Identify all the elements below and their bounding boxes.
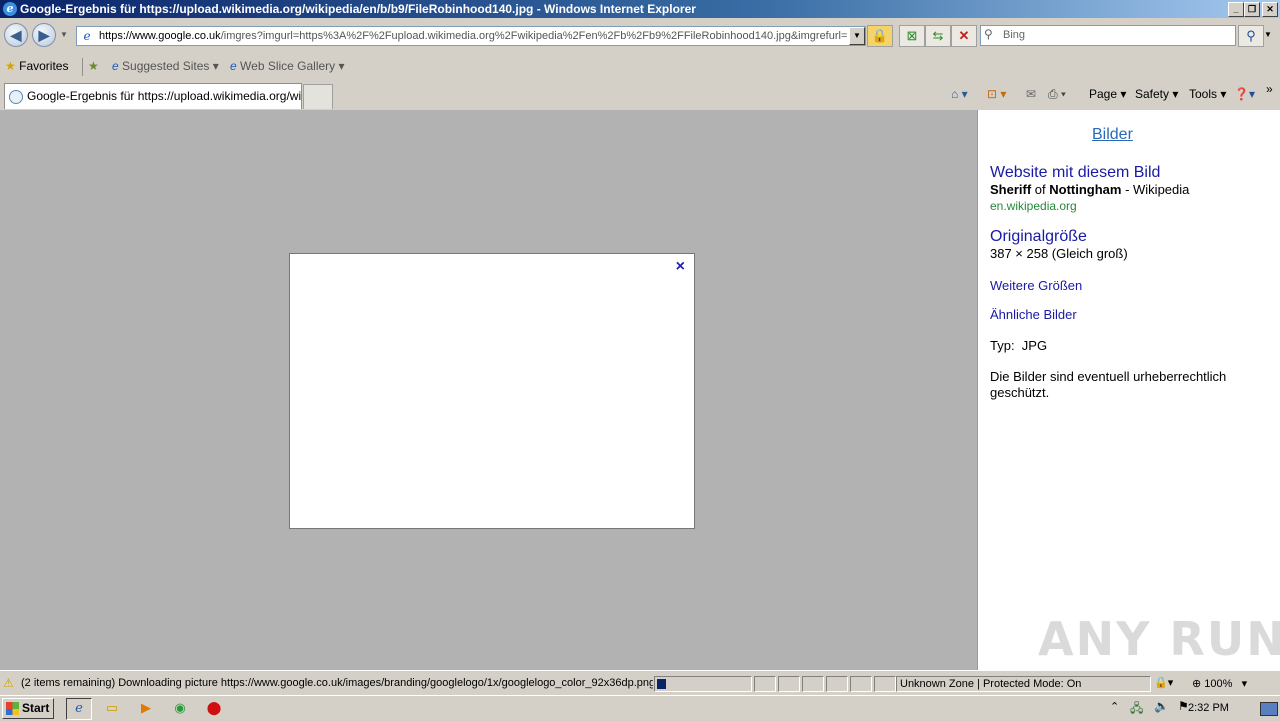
network-icon[interactable]: 🖧: [1130, 699, 1143, 720]
search-provider-icon: ⚲: [984, 27, 993, 41]
compatibility-view-icon[interactable]: ⊠: [899, 25, 925, 47]
tab-active[interactable]: Google-Ergebnis für https://upload.wikim…: [4, 83, 302, 109]
ie-logo-icon: e: [3, 2, 17, 16]
new-tab-button[interactable]: [303, 84, 333, 109]
favorites-button[interactable]: ★ Favorites: [5, 59, 68, 73]
overflow-chevron-icon[interactable]: »: [1266, 82, 1273, 96]
protected-mode-icon[interactable]: 🔒▾: [1154, 676, 1173, 689]
address-dropdown-button[interactable]: ▼: [849, 27, 865, 45]
ie-page-icon: e: [112, 59, 119, 73]
history-dropdown-icon[interactable]: ▼: [60, 30, 68, 39]
chrome-icon[interactable]: ◉: [168, 698, 192, 718]
minimize-button[interactable]: _: [1228, 2, 1244, 17]
anyrun-watermark: ANY RUN: [1038, 612, 1280, 666]
restore-button[interactable]: ❐: [1244, 2, 1260, 17]
start-button[interactable]: Start: [2, 698, 54, 719]
status-message: (2 items remaining) Downloading picture …: [21, 677, 653, 689]
zoom-level[interactable]: ⊕ 100% ▾: [1192, 674, 1247, 694]
tab-label: Google-Ergebnis für https://upload.wikim…: [27, 89, 302, 103]
suggested-sites-button[interactable]: e Suggested Sites ▾: [112, 59, 219, 73]
original-size-link[interactable]: Originalgröße: [990, 228, 1087, 246]
divider: [82, 58, 83, 76]
image-details-panel: Bilder Website mit diesem Bild Sheriff o…: [977, 110, 1280, 670]
mail-icon[interactable]: ✉: [1026, 87, 1036, 101]
address-bar[interactable]: e https://www.google.co.uk/imgres?imgurl…: [76, 26, 866, 46]
refresh-icon[interactable]: ⇆: [925, 25, 951, 47]
status-panel: [826, 676, 848, 692]
zoom-icon: ⊕: [1192, 678, 1202, 690]
result-title[interactable]: Sheriff of Nottingham - Wikipedia: [990, 182, 1189, 197]
search-options-icon[interactable]: ▼: [1264, 30, 1272, 39]
page-menu[interactable]: Page ▾: [1089, 87, 1126, 101]
close-dialog-button[interactable]: ×: [676, 258, 685, 276]
status-panel: [754, 676, 776, 692]
feeds-icon[interactable]: ⊡ ▾: [987, 87, 1006, 101]
image-type: Typ: JPG: [990, 338, 1048, 353]
status-panel: [874, 676, 896, 692]
tools-menu[interactable]: Tools ▾: [1189, 87, 1226, 101]
opera-icon[interactable]: ⬤: [202, 698, 226, 718]
window-title-bar[interactable]: e Google-Ergebnis für https://upload.wik…: [0, 0, 1280, 18]
window-title: Google-Ergebnis für https://upload.wikim…: [20, 2, 696, 16]
website-heading-link[interactable]: Website mit diesem Bild: [990, 164, 1160, 182]
lock-icon[interactable]: 🔒: [867, 25, 893, 47]
tab-bar: Google-Ergebnis für https://upload.wikim…: [0, 80, 1280, 111]
status-panel: [778, 676, 800, 692]
taskbar: Start e ▭ ▶ ◉ ⬤ ⌃ 🖧 🔈 ⚑ 2:32 PM: [0, 695, 1280, 721]
windows-logo-icon: [6, 702, 19, 715]
similar-images-link[interactable]: Ähnliche Bilder: [990, 307, 1077, 322]
print-icon[interactable]: ⎙ ▾: [1048, 87, 1066, 101]
status-bar: ⚠ (2 items remaining) Downloading pictur…: [0, 670, 1280, 696]
result-domain: en.wikipedia.org: [990, 199, 1077, 213]
help-icon[interactable]: ❓▾: [1234, 87, 1255, 101]
forward-button[interactable]: ▶: [32, 23, 56, 47]
original-size-value: 387 × 258 (Gleich groß): [990, 246, 1128, 261]
clock[interactable]: 2:32 PM: [1188, 696, 1229, 720]
navigation-bar: ◀ ▶ ▼ e https://www.google.co.uk/imgres?…: [0, 18, 1280, 52]
back-button[interactable]: ◀: [4, 23, 28, 47]
home-icon[interactable]: ⌂ ▾: [951, 87, 968, 101]
show-desktop-button[interactable]: [1260, 702, 1278, 716]
close-window-button[interactable]: ✕: [1262, 2, 1278, 17]
favorites-bar: ★ Favorites ★ e Suggested Sites ▾ e Web …: [0, 52, 1280, 80]
web-slice-gallery-button[interactable]: e Web Slice Gallery ▾: [230, 59, 345, 73]
warning-icon: ⚠: [3, 676, 14, 690]
search-input[interactable]: Bing: [1003, 26, 1025, 45]
address-url[interactable]: https://www.google.co.uk/imgres?imgurl=h…: [99, 27, 849, 45]
explorer-folder-icon[interactable]: ▭: [100, 698, 124, 718]
search-box[interactable]: ⚲ Bing: [980, 25, 1236, 46]
copyright-notice-line2: geschützt.: [990, 385, 1050, 400]
ie-page-icon: e: [230, 59, 237, 73]
star-icon: ★: [5, 59, 16, 73]
volume-icon[interactable]: 🔈: [1154, 699, 1169, 713]
copyright-notice-line1: Die Bilder sind eventuell urheberrechtli…: [990, 369, 1227, 384]
status-panel: [802, 676, 824, 692]
tab-favicon-icon: [9, 90, 23, 104]
status-panel: [850, 676, 872, 692]
page-icon: e: [83, 29, 91, 43]
bilder-link[interactable]: Bilder: [1092, 126, 1133, 144]
image-preview-dialog: ×: [289, 253, 695, 529]
add-favorite-icon[interactable]: ★: [88, 59, 99, 73]
more-sizes-link[interactable]: Weitere Größen: [990, 278, 1082, 293]
ie-taskbar-icon[interactable]: e: [66, 698, 92, 720]
media-player-icon[interactable]: ▶: [134, 698, 158, 718]
search-icon[interactable]: ⚲: [1238, 25, 1264, 47]
show-hidden-icons-icon[interactable]: ⌃: [1110, 700, 1119, 713]
security-zone[interactable]: Unknown Zone | Protected Mode: On: [896, 676, 1151, 692]
safety-menu[interactable]: Safety ▾: [1135, 87, 1178, 101]
download-progress-bar: [654, 676, 752, 692]
stop-icon[interactable]: ✕: [951, 25, 977, 47]
